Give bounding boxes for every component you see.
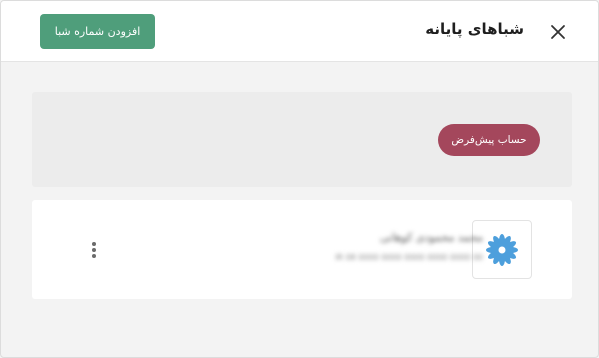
account-number: IR 08 0000 0000 0000 0000 0000 00 [335,253,483,262]
more-options-button[interactable] [88,240,100,260]
add-iban-button[interactable]: افزودن شماره شبا [40,14,155,49]
account-holder-name: محمد محمودی کوهانی [380,231,483,244]
default-account-section: حساب پیش‌فرض [32,92,572,187]
more-vertical-icon-dot [92,248,96,252]
iban-modal: شباهای پایانه افزودن شماره شبا حساب پیش‌… [0,0,599,358]
bank-logo-icon [486,233,518,266]
modal-header: شباهای پایانه افزودن شماره شبا [1,1,598,62]
more-vertical-icon-dot [92,254,96,258]
modal-title: شباهای پایانه [425,20,524,38]
close-button[interactable] [548,22,568,42]
account-card[interactable]: محمد محمودی کوهانی IR 08 0000 0000 0000 … [32,200,572,299]
default-account-badge[interactable]: حساب پیش‌فرض [438,124,540,156]
close-icon [551,25,565,39]
bank-logo [472,220,532,279]
more-vertical-icon [92,242,96,246]
